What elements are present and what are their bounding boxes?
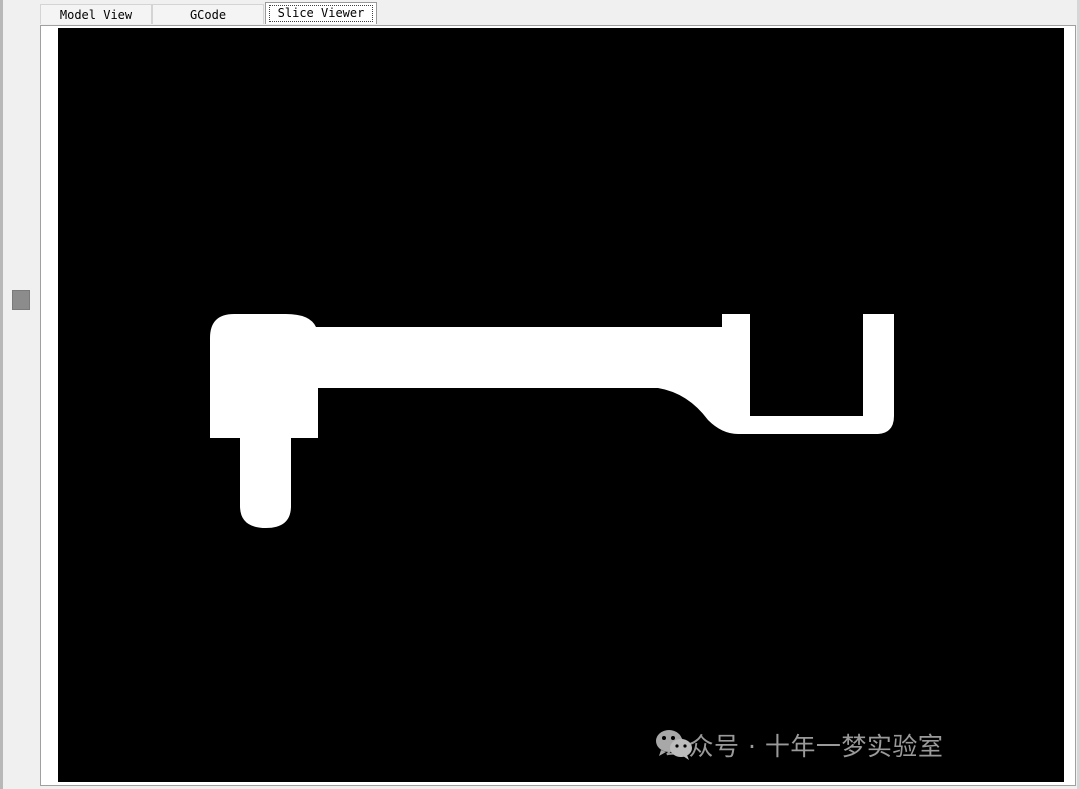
slice-image [210, 314, 894, 528]
tab-model-view[interactable]: Model View [40, 4, 152, 24]
wechat-icon [656, 730, 692, 760]
tab-label: GCode [189, 8, 227, 22]
view-tab-bar: Model View GCode Slice Viewer [40, 0, 1076, 26]
tab-slice-viewer[interactable]: Slice Viewer [265, 2, 377, 24]
tab-gcode[interactable]: GCode [152, 4, 264, 24]
slice-viewer-canvas[interactable]: 公众号 · 十年一梦实验室 [58, 28, 1064, 782]
watermark-text: 公众号 · 十年一梦实验室 [663, 732, 944, 761]
slice-cross-section [210, 314, 894, 528]
watermark: 公众号 · 十年一梦实验室 [654, 727, 943, 763]
tab-label: Slice Viewer [277, 6, 365, 20]
splitter-handle[interactable] [12, 290, 30, 310]
left-border [0, 0, 3, 789]
app-window: Model View GCode Slice Viewer 公众号 · 十年一梦… [0, 0, 1080, 789]
tab-label: Model View [59, 8, 133, 22]
